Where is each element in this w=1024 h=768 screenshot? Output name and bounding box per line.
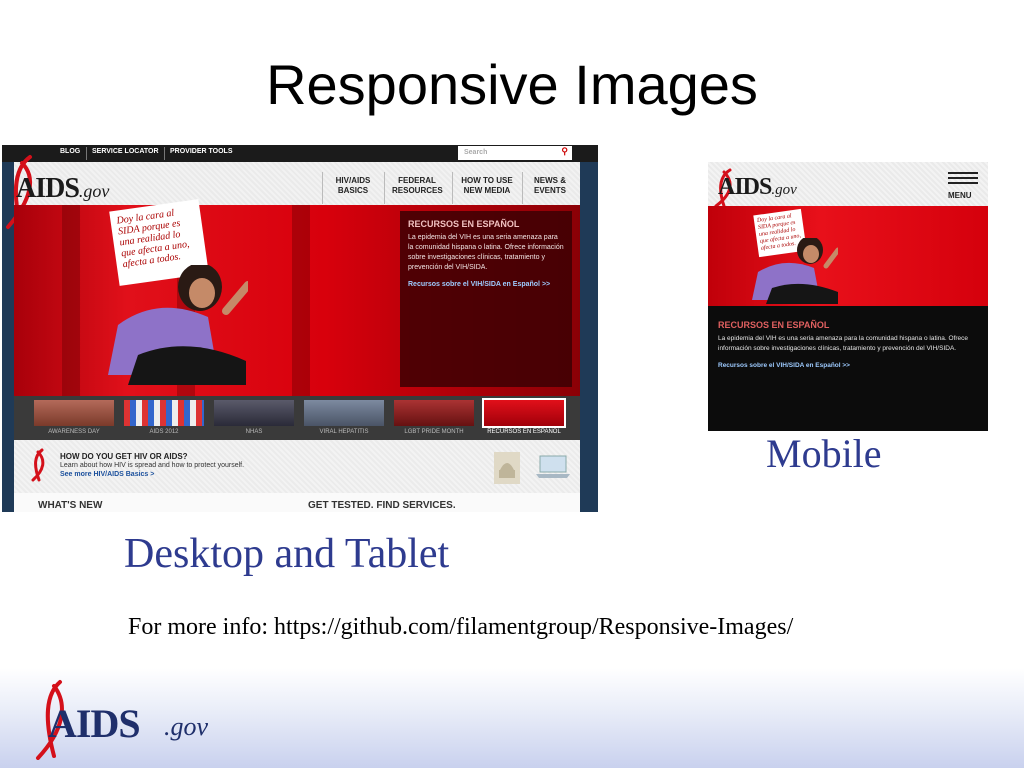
nav-news-events[interactable]: NEWS & EVENTS bbox=[530, 176, 570, 196]
nav-hiv-aids-basics[interactable]: HIV/AIDS BASICS bbox=[330, 176, 376, 196]
logo-text: AIDS bbox=[16, 173, 80, 204]
mobile-caption: Mobile bbox=[766, 431, 882, 476]
logo-suffix: .gov bbox=[771, 182, 797, 198]
thumb-label: AWARENESS DAY bbox=[48, 429, 100, 435]
thumb-lgbt-pride-month[interactable] bbox=[394, 400, 474, 426]
thumb-label: LGBT PRIDE MONTH bbox=[404, 429, 464, 435]
promo-description: Learn about how HIV is spread and how to… bbox=[60, 462, 245, 469]
nav-provider-tools[interactable]: PROVIDER TOOLS bbox=[170, 148, 233, 155]
search-icon[interactable]: ⚲ bbox=[561, 146, 568, 157]
hamburger-menu-icon[interactable] bbox=[948, 172, 978, 188]
nav-line: HOW TO USE bbox=[461, 176, 513, 185]
logo-text: AIDS bbox=[718, 174, 772, 200]
desktop-caption: Desktop and Tablet bbox=[124, 531, 450, 577]
nav-blog[interactable]: BLOG bbox=[60, 148, 80, 155]
desktop-bottom-sections: WHAT'S NEW GET TESTED. FIND SERVICES. bbox=[14, 493, 580, 512]
mobile-logo[interactable]: AIDS.gov bbox=[718, 174, 797, 201]
thumb-label: VIRAL HEPATITIS bbox=[319, 429, 369, 435]
nav-line: NEWS & bbox=[534, 176, 566, 185]
hero-person-image bbox=[752, 238, 838, 304]
nav-line: HIV/AIDS bbox=[335, 176, 371, 185]
laptop-icon bbox=[536, 455, 570, 478]
recursos-body: La epidemia del VIH es una seria amenaza… bbox=[408, 234, 564, 271]
mobile-screenshot: AIDS.gov MENU Doy la cara al SIDA porque… bbox=[708, 162, 988, 431]
desktop-thumbnail-strip: AWARENESS DAY AIDS 2012 NHAS VIRAL HEPAT… bbox=[14, 396, 580, 440]
search-placeholder: Search bbox=[464, 149, 488, 156]
desktop-screenshot: BLOG SERVICE LOCATOR PROVIDER TOOLS Sear… bbox=[2, 145, 598, 512]
desktop-promo-bar: HOW DO YOU GET HIV OR AIDS? Learn about … bbox=[14, 440, 580, 493]
more-info-text: For more info: https://github.com/filame… bbox=[128, 614, 794, 640]
promo-question: HOW DO YOU GET HIV OR AIDS? bbox=[60, 452, 188, 461]
capitol-icon bbox=[494, 452, 520, 484]
promo-link[interactable]: See more HIV/AIDS Basics > bbox=[60, 471, 154, 478]
nav-line: BASICS bbox=[337, 186, 369, 195]
nav-line: NEW MEDIA bbox=[463, 186, 511, 195]
nav-line: RESOURCES bbox=[392, 186, 443, 195]
desktop-top-nav: BLOG SERVICE LOCATOR PROVIDER TOOLS Sear… bbox=[2, 145, 598, 162]
recursos-heading: RECURSOS EN ESPAÑOL bbox=[718, 320, 830, 330]
nav-federal-resources[interactable]: FEDERAL RESOURCES bbox=[392, 176, 443, 196]
thumb-label: NHAS bbox=[245, 429, 263, 435]
desktop-logo[interactable]: AIDS.gov bbox=[16, 173, 109, 205]
nav-line: FEDERAL bbox=[398, 176, 436, 185]
thumb-nhas[interactable] bbox=[214, 400, 294, 426]
desktop-recursos-panel: RECURSOS EN ESPAÑOL La epidemia del VIH … bbox=[400, 211, 572, 387]
search-input[interactable]: Search ⚲ bbox=[458, 146, 572, 160]
get-tested-heading: GET TESTED. FIND SERVICES. bbox=[308, 500, 456, 511]
thumb-label: RECURSOS EN ESPAÑOL bbox=[487, 429, 561, 435]
thumb-aids-2012[interactable] bbox=[124, 400, 204, 426]
menu-label[interactable]: MENU bbox=[948, 191, 972, 200]
recursos-heading: RECURSOS EN ESPAÑOL bbox=[408, 219, 520, 229]
whats-new-heading: WHAT'S NEW bbox=[38, 500, 103, 511]
thumb-label: AIDS 2012 bbox=[149, 429, 179, 435]
footer-logo: AIDS .gov bbox=[34, 678, 224, 760]
hero-person-image bbox=[108, 265, 248, 385]
nav-service-locator[interactable]: SERVICE LOCATOR bbox=[92, 148, 159, 155]
thumb-viral-hepatitis[interactable] bbox=[304, 400, 384, 426]
logo-suffix: .gov bbox=[78, 181, 110, 201]
mobile-recursos-panel: RECURSOS EN ESPAÑOL La epidemia del VIH … bbox=[708, 306, 988, 431]
nav-how-to-use-new-media[interactable]: HOW TO USE NEW MEDIA bbox=[460, 176, 514, 196]
nav-line: EVENTS bbox=[533, 186, 566, 195]
red-ribbon-icon bbox=[31, 448, 45, 482]
thumb-awareness-day[interactable] bbox=[34, 400, 114, 426]
recursos-link[interactable]: Recursos sobre el VIH/SIDA en Español >> bbox=[718, 362, 978, 369]
thumb-recursos[interactable] bbox=[482, 398, 566, 428]
footer-logo-suffix: .gov bbox=[164, 712, 209, 741]
recursos-body: La epidemia del VIH es una seria amenaza… bbox=[718, 335, 969, 352]
footer-logo-text: AIDS bbox=[48, 701, 141, 746]
recursos-link[interactable]: Recursos sobre el VIH/SIDA en Español >> bbox=[408, 281, 564, 288]
slide-title: Responsive Images bbox=[266, 53, 758, 116]
